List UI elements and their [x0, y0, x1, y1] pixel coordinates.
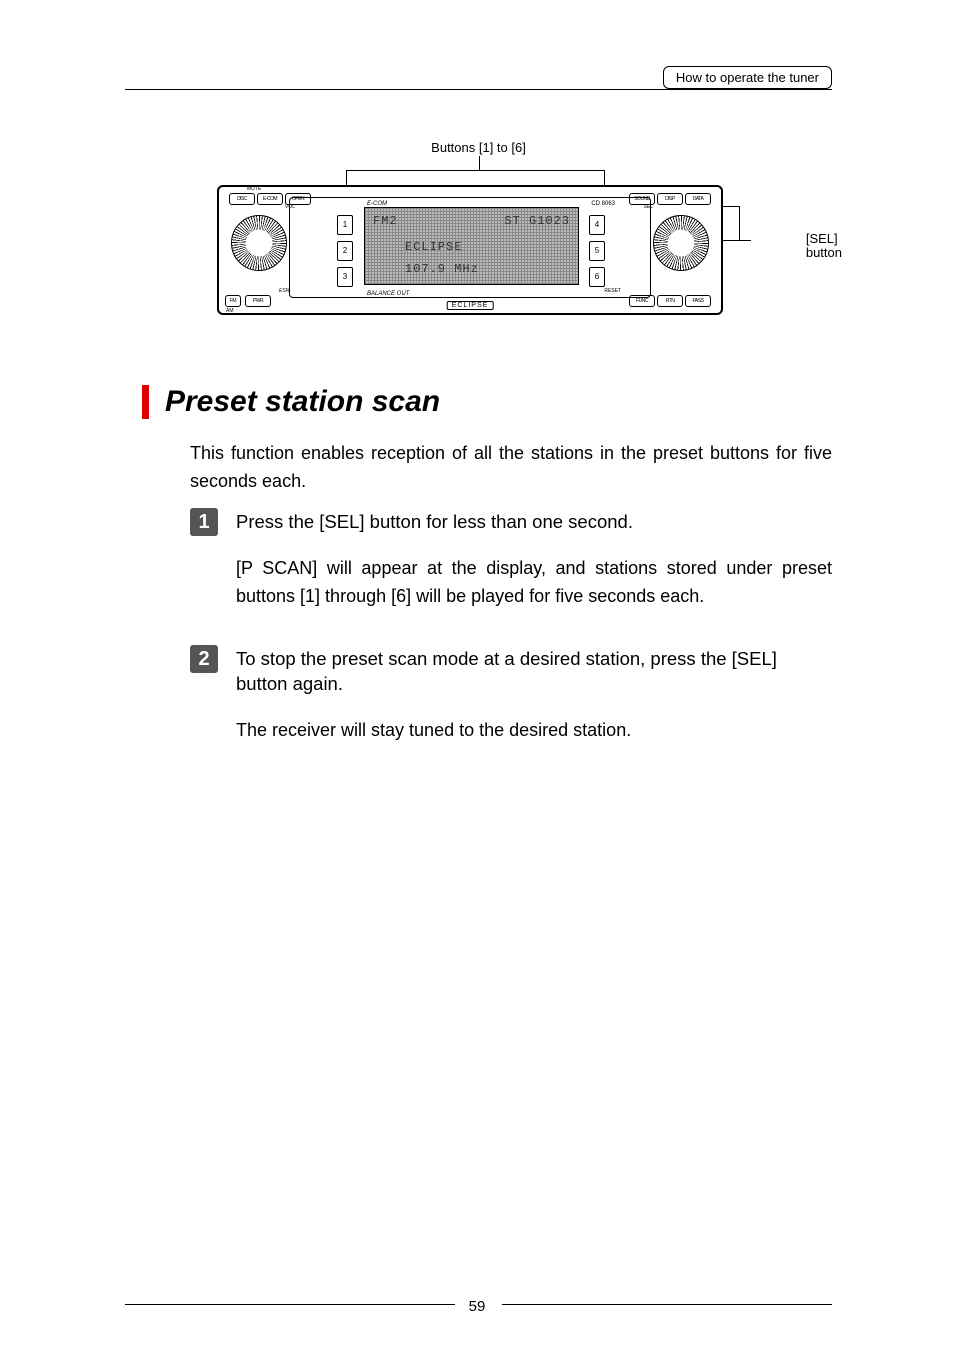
step-1-heading: Press the [SEL] button for less than one… [236, 510, 832, 535]
tuning-knob[interactable] [653, 215, 709, 271]
step-2-heading: To stop the preset scan mode at a desire… [236, 647, 832, 697]
data-button[interactable]: DATA [685, 193, 711, 205]
am-label: AM [226, 308, 234, 314]
volume-knob[interactable] [231, 215, 287, 271]
leader-line [346, 170, 604, 171]
callout-sel-line1: [SEL] [806, 231, 838, 246]
lcd-band: FM2 [373, 214, 398, 228]
brand-label: ECLIPSE [447, 301, 494, 310]
leader-line [479, 156, 480, 170]
heading-accent-bar [142, 385, 149, 419]
callout-buttons-1-6: Buttons [1] to [6] [431, 140, 526, 155]
preset-button-1[interactable]: 1 [337, 215, 353, 235]
preset-button-6[interactable]: 6 [589, 267, 605, 287]
callout-sel-button: [SEL] button [806, 232, 842, 261]
radio-diagram: Buttons [1] to [6] [SEL] button DISC E-C… [125, 140, 832, 340]
vol-label: VOL [285, 204, 295, 210]
section-heading-row: Preset station scan [142, 385, 832, 419]
preset-button-5[interactable]: 5 [589, 241, 605, 261]
mute-label: MUTE [247, 186, 261, 192]
step-number-1: 1 [190, 508, 218, 536]
footer-rule-right [502, 1304, 832, 1305]
section-heading: Preset station scan [165, 385, 440, 419]
preset-buttons-left: 1 2 3 [337, 215, 353, 287]
step-1-body: [P SCAN] will appear at the display, and… [236, 555, 832, 611]
lcd-text: ECLIPSE [405, 240, 462, 254]
pwr-button[interactable]: PWR [245, 295, 271, 307]
esn-label: ESN [279, 288, 289, 294]
leader-line [723, 240, 751, 241]
preset-button-2[interactable]: 2 [337, 241, 353, 261]
disc-button[interactable]: DISC [229, 193, 255, 205]
pass-button[interactable]: PASS [685, 295, 711, 307]
balance-label: BALANCE OUT [367, 291, 409, 297]
preset-button-3[interactable]: 3 [337, 267, 353, 287]
lcd-status: ST G1023 [504, 214, 570, 228]
leader-line [739, 206, 740, 240]
page-number: 59 [469, 1298, 486, 1315]
header-rule [125, 89, 832, 90]
lcd-frequency: 107.9 MHz [405, 262, 479, 276]
step-2-body: The receiver will stay tuned to the desi… [236, 717, 832, 745]
sel-label: SEL [644, 204, 653, 210]
ecom-button[interactable]: E-COM [257, 193, 283, 205]
intro-paragraph: This function enables reception of all t… [190, 440, 832, 496]
step-1: 1 Press the [SEL] button for less than o… [190, 510, 832, 611]
model-label: CD 8063 [591, 201, 615, 207]
step-number-2: 2 [190, 645, 218, 673]
header-breadcrumb: How to operate the tuner [663, 66, 832, 89]
lcd-display: FM2 ST G1023 ECLIPSE 107.9 MHz [364, 207, 579, 285]
step-2: 2 To stop the preset scan mode at a desi… [190, 647, 832, 745]
page: How to operate the tuner Buttons [1] to … [0, 0, 954, 1355]
callout-sel-line2: button [806, 245, 842, 260]
preset-button-4[interactable]: 4 [589, 215, 605, 235]
rtn-button[interactable]: RTN [657, 295, 683, 307]
func-button[interactable]: FUNC [629, 295, 655, 307]
reset-label: RESET [604, 288, 621, 294]
radio-faceplate: DISC E-COM OPEN MUTE VOL SOUND DISP DATA… [217, 185, 723, 315]
fm-button[interactable]: FM [225, 295, 241, 307]
disp-button[interactable]: DISP [657, 193, 683, 205]
preset-buttons-right: 4 5 6 [589, 215, 605, 287]
footer-rule-left [125, 1304, 455, 1305]
